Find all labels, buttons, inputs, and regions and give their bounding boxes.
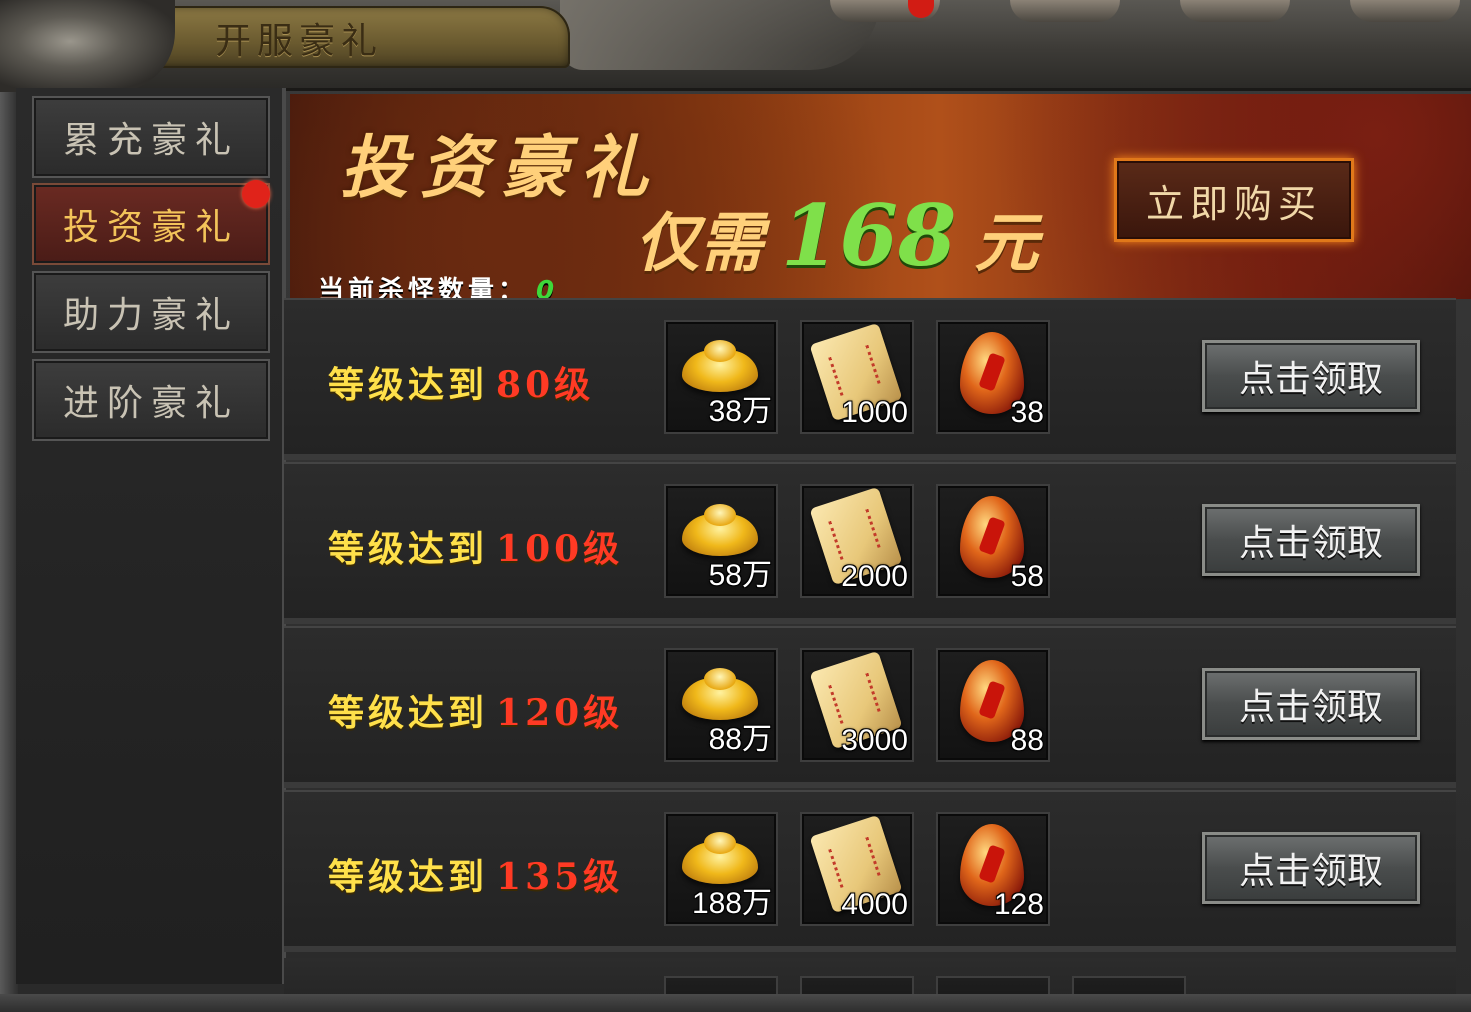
kill-count-value: 0 xyxy=(536,276,559,299)
sidebar-item-advancement[interactable]: 进阶豪礼 xyxy=(32,359,270,441)
reward-item-scroll[interactable]: 3000 xyxy=(800,648,914,762)
ornament-icon xyxy=(1180,0,1290,22)
level-requirement: 等级达到 100级 xyxy=(328,520,623,572)
banner-title: 投资豪礼 xyxy=(340,128,661,208)
reward-row: 等级达到 135级 188万 4000 128 点击领取 xyxy=(284,790,1456,952)
reward-item-gold[interactable]: 38万 xyxy=(664,320,778,434)
level-value: 100级 xyxy=(496,528,624,570)
sidebar-item-label: 累充豪礼 xyxy=(62,120,239,161)
kill-count-label: 当前杀怪数量： xyxy=(318,276,529,299)
level-requirement: 等级达到 80级 xyxy=(328,356,594,408)
item-count: 88万 xyxy=(708,723,772,756)
promo-banner: 投资豪礼 仅需 168 元 立即购买 当前杀怪数量： 0 xyxy=(290,94,1471,299)
price-prefix: 仅需 xyxy=(635,206,763,281)
buy-now-button[interactable]: 立即购买 xyxy=(1114,158,1354,242)
level-value: 80级 xyxy=(496,364,595,406)
claim-label: 点击领取 xyxy=(1238,850,1383,891)
level-requirement: 等级达到 135级 xyxy=(328,848,623,900)
reward-item-slot[interactable] xyxy=(936,976,1050,996)
title-bar: 开服豪礼 xyxy=(0,0,1471,92)
level-requirement: 等级达到 120级 xyxy=(328,684,623,736)
level-value: 120级 xyxy=(496,692,624,734)
level-prefix: 等级达到 xyxy=(328,364,489,406)
banner-price: 仅需 168 元 xyxy=(635,186,1038,285)
sidebar-item-label: 投资豪礼 xyxy=(62,207,239,248)
sidebar-item-cumulative-recharge[interactable]: 累充豪礼 xyxy=(32,96,270,178)
claim-label: 点击领取 xyxy=(1238,358,1383,399)
sidebar-item-support[interactable]: 助力豪礼 xyxy=(32,271,270,353)
claim-button[interactable]: 点击领取 xyxy=(1202,668,1420,740)
item-count: 3000 xyxy=(841,724,908,757)
reward-list[interactable]: 等级达到 80级 38万 1000 38 点击领取 等级达到 100级 58万 20… xyxy=(284,298,1456,996)
item-count: 58 xyxy=(1010,560,1044,593)
reward-row-partial xyxy=(284,958,1456,996)
sidebar-item-label: 助力豪礼 xyxy=(62,295,239,336)
item-count: 128 xyxy=(993,888,1044,921)
sidebar-item-investment[interactable]: 投资豪礼 xyxy=(32,183,270,265)
claim-button[interactable]: 点击领取 xyxy=(1202,340,1420,412)
reward-item-gem[interactable]: 128 xyxy=(936,812,1050,926)
window-title: 开服豪礼 xyxy=(215,21,384,62)
price-value: 168 xyxy=(781,186,957,285)
item-count: 4000 xyxy=(841,888,908,921)
reward-item-scroll[interactable]: 4000 xyxy=(800,812,914,926)
ornament-icon xyxy=(1010,0,1120,22)
price-suffix: 元 xyxy=(974,206,1039,281)
reward-item-gem[interactable]: 38 xyxy=(936,320,1050,434)
reward-item-gold[interactable]: 188万 xyxy=(664,812,778,926)
claim-button[interactable]: 点击领取 xyxy=(1202,504,1420,576)
reward-item-slot[interactable] xyxy=(800,976,914,996)
level-value: 135级 xyxy=(496,856,624,898)
reward-item-gold[interactable]: 58万 xyxy=(664,484,778,598)
item-count: 38 xyxy=(1010,396,1044,429)
reward-item-scroll[interactable]: 1000 xyxy=(800,320,914,434)
bottom-border xyxy=(0,994,1471,1012)
item-count: 88 xyxy=(1010,724,1044,757)
level-prefix: 等级达到 xyxy=(328,528,489,570)
reward-row: 等级达到 80级 38万 1000 38 点击领取 xyxy=(284,298,1456,460)
sidebar-item-label: 进阶豪礼 xyxy=(62,383,239,424)
reward-item-gem[interactable]: 58 xyxy=(936,484,1050,598)
reward-item-slot[interactable] xyxy=(664,976,778,996)
reward-item-gold[interactable]: 88万 xyxy=(664,648,778,762)
claim-label: 点击领取 xyxy=(1238,522,1383,563)
reward-item-gem[interactable]: 88 xyxy=(936,648,1050,762)
level-prefix: 等级达到 xyxy=(328,856,489,898)
kill-count: 当前杀怪数量： 0 xyxy=(318,270,558,299)
ornament-icon xyxy=(1350,0,1460,22)
item-count: 188万 xyxy=(691,887,772,920)
buy-now-label: 立即购买 xyxy=(1145,181,1322,226)
notification-dot xyxy=(242,180,270,208)
reward-row: 等级达到 100级 58万 2000 58 点击领取 xyxy=(284,462,1456,624)
item-count: 2000 xyxy=(841,560,908,593)
level-prefix: 等级达到 xyxy=(328,692,489,734)
claim-label: 点击领取 xyxy=(1238,686,1383,727)
claim-button[interactable]: 点击领取 xyxy=(1202,832,1420,904)
reward-row: 等级达到 120级 88万 3000 88 点击领取 xyxy=(284,626,1456,788)
item-count: 1000 xyxy=(841,396,908,429)
item-count: 38万 xyxy=(708,395,772,428)
reward-item-slot[interactable] xyxy=(1072,976,1186,996)
reward-item-scroll[interactable]: 2000 xyxy=(800,484,914,598)
item-count: 58万 xyxy=(708,559,772,592)
dragon-ornament-icon xyxy=(0,0,175,92)
